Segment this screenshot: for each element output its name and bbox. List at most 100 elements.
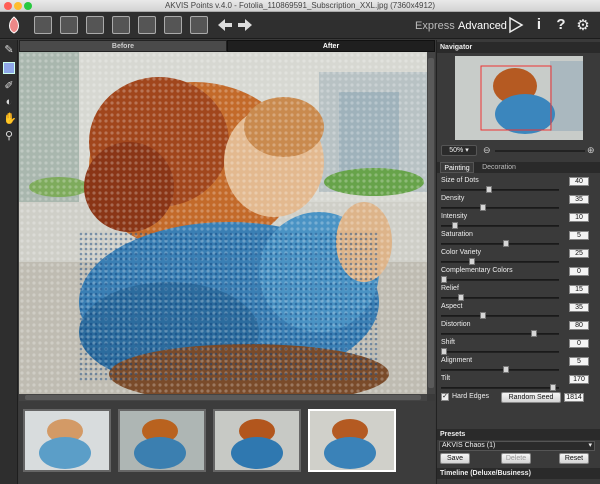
- navigator-preview[interactable]: [455, 56, 583, 140]
- tab-before[interactable]: Before: [19, 40, 227, 52]
- param-slider-thumb[interactable]: [480, 312, 486, 319]
- batch-icon[interactable]: [138, 16, 156, 34]
- param-slider-track[interactable]: [441, 351, 559, 353]
- run-icon[interactable]: [508, 16, 524, 34]
- zoom-select[interactable]: 50% ▾: [441, 145, 477, 156]
- param-slider-thumb[interactable]: [503, 240, 509, 247]
- param-label: Shift: [441, 339, 456, 346]
- param-slider-track[interactable]: [441, 243, 559, 245]
- thumbnail-3[interactable]: [213, 409, 301, 472]
- param-value-field[interactable]: 15: [569, 285, 589, 294]
- zoom-icon[interactable]: ⚲: [3, 130, 15, 142]
- canvas-horizontal-scrollbar[interactable]: [19, 394, 427, 401]
- param-label: Relief: [441, 285, 459, 292]
- save-preset-button[interactable]: Save: [440, 453, 470, 464]
- param-row: Complementary Colors 0: [441, 267, 589, 285]
- param-value-field[interactable]: 80: [569, 321, 589, 330]
- param-slider-track[interactable]: [441, 225, 559, 227]
- param-value-field[interactable]: 0: [569, 339, 589, 348]
- thumbnail-1[interactable]: [23, 409, 111, 472]
- help-icon[interactable]: ?: [553, 16, 569, 34]
- settings-panel: Navigator 50% ▾ ⊖ ⊕ Painting Decoration …: [436, 40, 600, 484]
- result-filmstrip: [19, 401, 435, 484]
- vertical-scroll-thumb[interactable]: [428, 58, 434, 388]
- hard-edges-checkbox[interactable]: ✓: [441, 393, 449, 401]
- info-icon[interactable]: i: [531, 16, 547, 34]
- eraser-icon[interactable]: ✐: [3, 80, 15, 92]
- param-slider-track[interactable]: [441, 315, 559, 317]
- param-slider-thumb[interactable]: [441, 348, 447, 355]
- smudge-icon[interactable]: ◐: [3, 96, 15, 108]
- param-slider-track[interactable]: [441, 261, 559, 263]
- preset-selected-value: AKVIS Chaos (1): [442, 442, 496, 449]
- history-brush-icon[interactable]: [3, 62, 15, 74]
- tab-decoration[interactable]: Decoration: [475, 162, 523, 173]
- preset-select[interactable]: AKVIS Chaos (1) ▾: [439, 441, 595, 451]
- reset-preset-button[interactable]: Reset: [559, 453, 589, 464]
- main-toolbar: Express Advanced i ? ⚙: [0, 12, 600, 39]
- timeline-header: Timeline (Deluxe/Business): [437, 468, 600, 479]
- zoom-in-icon[interactable]: ⊕: [587, 145, 595, 156]
- param-slider-thumb[interactable]: [550, 384, 556, 391]
- param-slider-track[interactable]: [441, 207, 559, 209]
- param-slider-thumb[interactable]: [480, 204, 486, 211]
- param-value-field[interactable]: 170: [569, 375, 589, 384]
- param-value-field[interactable]: 25: [569, 249, 589, 258]
- param-slider-thumb[interactable]: [458, 294, 464, 301]
- param-slider-track[interactable]: [441, 387, 559, 389]
- horizontal-scroll-thumb[interactable]: [25, 395, 421, 400]
- save-file-icon[interactable]: [60, 16, 78, 34]
- param-value-field[interactable]: 0: [569, 267, 589, 276]
- param-row: Alignment 5: [441, 357, 589, 375]
- param-label: Color Variety: [441, 249, 481, 256]
- random-seed-button[interactable]: Random Seed: [501, 392, 561, 403]
- param-slider-thumb[interactable]: [486, 186, 492, 193]
- redo-icon[interactable]: [237, 16, 253, 34]
- param-row: Shift 0: [441, 339, 589, 357]
- settings-icon[interactable]: ⚙: [575, 16, 591, 34]
- tab-painting[interactable]: Painting: [440, 162, 474, 173]
- param-slider-track[interactable]: [441, 333, 559, 335]
- param-label: Intensity: [441, 213, 468, 220]
- plugin-icon[interactable]: [164, 16, 182, 34]
- brush-icon[interactable]: ✎: [3, 44, 15, 56]
- open-file-icon[interactable]: [34, 16, 52, 34]
- param-value-field[interactable]: 40: [569, 177, 589, 186]
- mode-advanced-button[interactable]: Advanced: [458, 20, 507, 32]
- param-slider-thumb[interactable]: [469, 258, 475, 265]
- image-canvas[interactable]: [19, 52, 427, 394]
- zoom-value: 50%: [449, 147, 464, 154]
- preferences-icon[interactable]: [190, 16, 208, 34]
- mode-express-button[interactable]: Express: [415, 20, 455, 32]
- thumbnail-2[interactable]: [118, 409, 206, 472]
- param-label: Tilt: [441, 375, 451, 382]
- canvas-vertical-scrollbar[interactable]: [427, 52, 435, 394]
- param-slider-thumb[interactable]: [503, 366, 509, 373]
- param-value-field[interactable]: 5: [569, 231, 589, 240]
- tab-after[interactable]: After: [227, 40, 435, 52]
- param-value-field[interactable]: 35: [569, 303, 589, 312]
- thumbnail-4-selected[interactable]: [308, 409, 396, 472]
- param-value-field[interactable]: 35: [569, 195, 589, 204]
- zoom-out-icon[interactable]: ⊖: [483, 145, 491, 156]
- param-row: Relief 15: [441, 285, 589, 303]
- param-slider-track[interactable]: [441, 279, 559, 281]
- hand-icon[interactable]: ✋: [3, 113, 17, 125]
- delete-preset-button[interactable]: Delete: [501, 453, 531, 464]
- param-slider-track[interactable]: [441, 189, 559, 191]
- param-value-field[interactable]: 10: [569, 213, 589, 222]
- param-slider-track[interactable]: [441, 369, 559, 371]
- param-slider-thumb[interactable]: [531, 330, 537, 337]
- random-seed-value[interactable]: 1814: [564, 393, 584, 402]
- print-icon[interactable]: [86, 16, 104, 34]
- undo-icon[interactable]: [217, 16, 233, 34]
- window-title: AKVIS Points v.4.0 - Fotolia_110869591_S…: [164, 1, 436, 10]
- share-icon[interactable]: [112, 16, 130, 34]
- param-row: Distortion 80: [441, 321, 589, 339]
- param-slider-thumb[interactable]: [452, 222, 458, 229]
- param-label: Distortion: [441, 321, 471, 328]
- zoom-slider[interactable]: [495, 150, 585, 152]
- param-slider-thumb[interactable]: [441, 276, 447, 283]
- settings-tabs: Painting Decoration: [437, 162, 600, 173]
- param-value-field[interactable]: 5: [569, 357, 589, 366]
